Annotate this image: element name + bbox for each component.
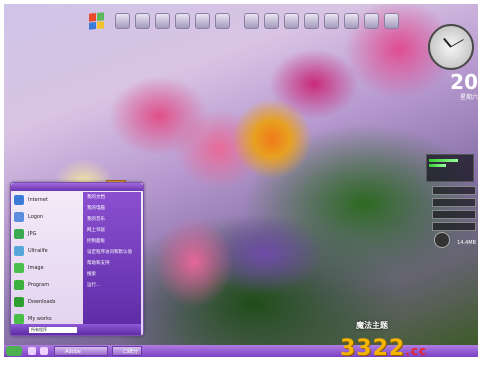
start-item-label: My works: [28, 316, 52, 322]
taskbar-button-photoshop[interactable]: Adobe Photosho...: [54, 346, 108, 365]
place-network[interactable]: 网上邻居: [83, 225, 141, 236]
network-row: [432, 222, 476, 231]
network-row: [432, 210, 476, 219]
toolbar-icon-2[interactable]: [134, 13, 150, 29]
jpg-icon: [14, 229, 24, 239]
place-help[interactable]: 帮助和支持: [83, 258, 141, 269]
toolbar-icon-13[interactable]: [363, 13, 380, 29]
toolbar-icon-4[interactable]: [174, 13, 191, 29]
toolbar-icon-10[interactable]: [303, 13, 319, 29]
quicklaunch-icon[interactable]: [28, 347, 36, 355]
toolbar-icon-8[interactable]: [263, 13, 279, 29]
site-logo: 3322.cc: [340, 336, 427, 361]
start-menu-pinned-list: Internet Logon JPG Ultraiife Image Progr…: [14, 193, 79, 329]
folder-icon: [14, 314, 24, 324]
folder-icon: [14, 263, 24, 273]
start-item-image[interactable]: Image: [14, 261, 79, 275]
site-logo-suffix: .cc: [405, 344, 428, 358]
folder-icon: [14, 280, 24, 290]
desktop: 20 星期六 14.4MB Internet Logon JPG Ultraii…: [4, 4, 478, 345]
toolbar-icon-7[interactable]: [243, 13, 259, 29]
start-menu-footer: 所有程序: [11, 324, 141, 335]
toolbar-icon-5[interactable]: [195, 13, 211, 29]
toolbar-icon-14[interactable]: [384, 13, 400, 29]
network-row: [432, 198, 476, 207]
clock-gadget[interactable]: [428, 24, 474, 70]
all-programs-button[interactable]: 所有程序: [29, 326, 77, 333]
logon-icon: [14, 212, 24, 222]
place-my-documents[interactable]: 我的文档: [83, 192, 141, 203]
place-run[interactable]: 运行...: [83, 280, 141, 291]
place-program-access[interactable]: 设定程序访问和默认值: [83, 247, 141, 258]
cpu-meter-gadget[interactable]: [426, 154, 474, 182]
toolbar-icon-11[interactable]: [323, 13, 339, 29]
start-item-label: Image: [28, 265, 44, 271]
toolbar-icon-6[interactable]: [215, 13, 231, 29]
start-menu-header: [11, 183, 143, 191]
date-day: 20: [450, 70, 478, 94]
start-item-label: Downloads: [28, 299, 56, 305]
site-logo-text: 3322: [340, 336, 406, 361]
start-item-ultraiife[interactable]: Ultraiife: [14, 244, 79, 258]
start-menu-places: 我的文档 我的电脑 我的音乐 网上邻居 控制面板 设定程序访问和默认值 帮助和支…: [83, 192, 141, 325]
start-item-internet[interactable]: Internet: [14, 193, 79, 207]
network-meter-gadget[interactable]: [432, 186, 476, 234]
place-my-music[interactable]: 我的音乐: [83, 214, 141, 225]
cpu-bar: [429, 159, 459, 162]
quicklaunch-icon[interactable]: [40, 347, 48, 355]
top-toolbar: [89, 10, 400, 32]
start-menu: Internet Logon JPG Ultraiife Image Progr…: [10, 182, 144, 336]
ultraiife-icon: [14, 246, 24, 256]
memory-bar: [429, 164, 446, 167]
date-gadget[interactable]: 20 星期六: [434, 72, 478, 101]
start-item-label: Internet: [28, 197, 48, 203]
start-item-label: Ultraiife: [28, 248, 48, 254]
start-item-label: Logon: [28, 214, 44, 220]
internet-icon: [14, 195, 24, 205]
start-item-label: Program: [28, 282, 50, 288]
toolbar-icon-12[interactable]: [343, 13, 359, 29]
windows-logo-icon[interactable]: [89, 12, 104, 30]
taskbar-button-window[interactable]: 口碑分: [112, 346, 142, 356]
disk-icon: [434, 232, 450, 248]
start-item-label: JPG: [28, 231, 37, 237]
theme-watermark: 魔法主题: [356, 321, 388, 330]
network-row: [432, 186, 476, 195]
place-search[interactable]: 搜索: [83, 269, 141, 280]
toolbar-icon-9[interactable]: [283, 13, 299, 29]
toolbar-separator: [235, 14, 239, 28]
place-control-panel[interactable]: 控制面板: [83, 236, 141, 247]
start-item-program[interactable]: Program: [14, 278, 79, 292]
toolbar-icon-3[interactable]: [154, 13, 170, 29]
disk-gadget[interactable]: 14.4MB: [434, 232, 476, 250]
toolbar-icon-1[interactable]: [114, 13, 130, 29]
folder-icon: [14, 297, 24, 307]
clock-minute-hand: [450, 39, 464, 48]
start-item-jpg[interactable]: JPG: [14, 227, 79, 241]
place-my-computer[interactable]: 我的电脑: [83, 203, 141, 214]
start-item-logon[interactable]: Logon: [14, 210, 79, 224]
start-button[interactable]: [6, 346, 22, 356]
start-item-downloads[interactable]: Downloads: [14, 295, 79, 309]
